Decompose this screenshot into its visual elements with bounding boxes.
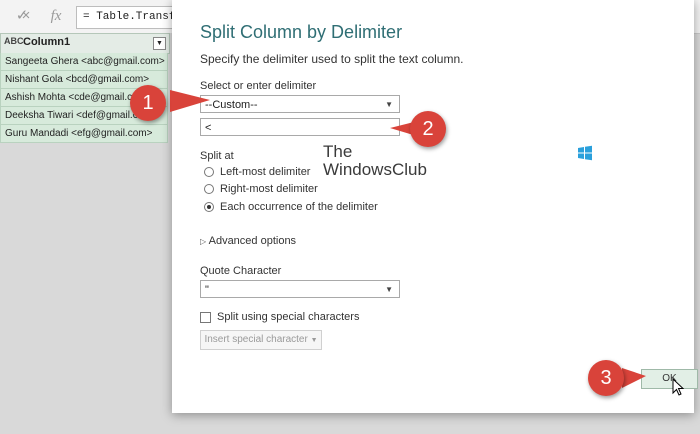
- table-row[interactable]: Guru Mandadi <efg@gmail.com>: [0, 125, 168, 143]
- radio-icon: [204, 184, 214, 195]
- delimiter-select[interactable]: --Custom-- ▼: [200, 95, 400, 113]
- delimiter-select-value: --Custom--: [205, 99, 258, 111]
- callout-3-pointer: [622, 368, 646, 388]
- advanced-options-toggle[interactable]: ▷ Advanced options: [200, 235, 296, 247]
- delimiter-label: Select or enter delimiter: [200, 80, 317, 92]
- radio-label: Right-most delimiter: [220, 183, 318, 195]
- radio-selected-icon: [204, 202, 214, 213]
- insert-special-button: Insert special character ▼: [200, 330, 322, 350]
- radio-label: Each occurrence of the delimiter: [220, 201, 378, 213]
- quote-label: Quote Character: [200, 265, 282, 277]
- chevron-down-icon: ▼: [385, 100, 393, 109]
- advanced-options-label: Advanced options: [208, 235, 297, 247]
- chevron-down-icon: ▼: [310, 337, 318, 344]
- column-header-label: Column1: [23, 36, 71, 48]
- insert-special-label: Insert special character: [204, 334, 308, 345]
- logo-line1: The: [323, 142, 353, 161]
- quote-select-value: ": [205, 284, 209, 296]
- filter-dropdown-icon[interactable]: ▼: [153, 37, 166, 50]
- checkbox-icon: [200, 311, 211, 323]
- triangle-right-icon: ▷: [200, 237, 207, 246]
- callout-1-badge: 1: [130, 85, 166, 121]
- callout-2-badge: 2: [410, 111, 446, 147]
- radio-left-most[interactable]: Left-most delimiter: [204, 166, 310, 178]
- mouse-cursor-icon: [672, 378, 684, 396]
- radio-icon: [204, 167, 214, 178]
- table-row[interactable]: Sangeeta Ghera <abc@gmail.com>: [0, 53, 168, 71]
- split-at-label: Split at: [200, 150, 234, 162]
- chevron-down-icon: ▼: [385, 285, 393, 294]
- callout-1-pointer: [170, 90, 210, 112]
- dialog-description: Specify the delimiter used to split the …: [200, 52, 464, 66]
- quote-select[interactable]: " ▼: [200, 280, 400, 298]
- dialog-title: Split Column by Delimiter: [200, 22, 403, 42]
- windowsclub-logo: The WindowsClub: [323, 142, 592, 179]
- confirm-icon[interactable]: ✓: [10, 6, 34, 26]
- fx-icon[interactable]: fx: [44, 6, 68, 26]
- custom-delimiter-input[interactable]: <: [200, 118, 400, 136]
- logo-line2: WindowsClub: [323, 160, 427, 179]
- windows-flag-icon: [578, 145, 592, 161]
- column-header[interactable]: ABC Column1 ▼: [0, 33, 170, 54]
- type-badge[interactable]: ABC: [4, 36, 24, 46]
- checkbox-label: Split using special characters: [217, 311, 360, 323]
- callout-3-badge: 3: [588, 360, 624, 396]
- special-chars-checkbox[interactable]: Split using special characters: [200, 311, 359, 323]
- radio-right-most[interactable]: Right-most delimiter: [204, 183, 318, 195]
- radio-each-occurrence[interactable]: Each occurrence of the delimiter: [204, 201, 378, 213]
- split-column-dialog: Split Column by Delimiter Specify the de…: [172, 0, 698, 413]
- radio-label: Left-most delimiter: [220, 166, 311, 178]
